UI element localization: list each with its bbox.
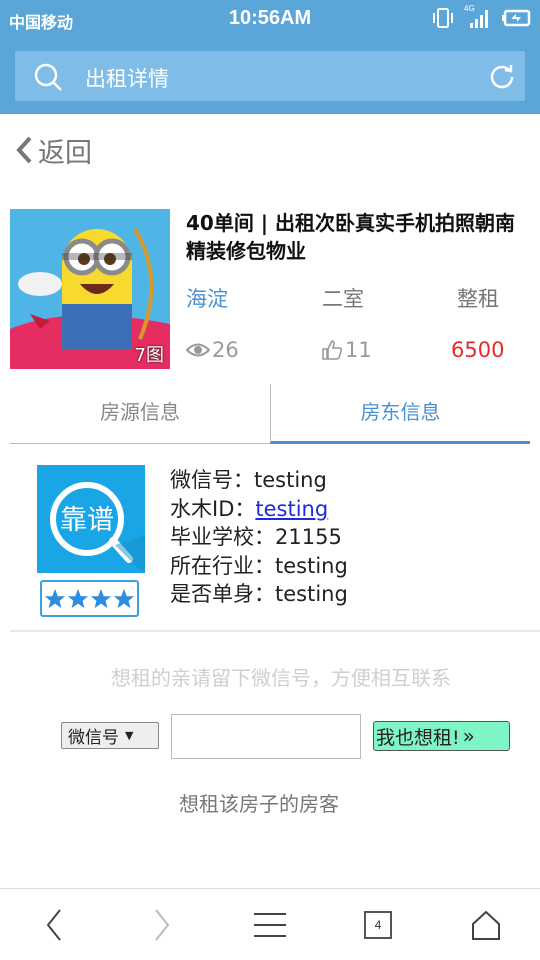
- search-icon[interactable]: [33, 62, 63, 92]
- wechat-row: 微信号：testing: [170, 466, 348, 495]
- likes-value: 11: [345, 338, 372, 362]
- nav-menu-button[interactable]: [234, 889, 306, 960]
- logo-text: 靠谱: [60, 505, 114, 536]
- tab-count: 4: [364, 911, 392, 939]
- shuimu-row: 水木ID：testing: [170, 495, 348, 524]
- price: 6500: [451, 338, 505, 362]
- district-link[interactable]: 海淀: [186, 283, 228, 313]
- info-tabs: 房源信息 房东信息: [10, 384, 530, 446]
- wechat-input[interactable]: [172, 715, 360, 758]
- nav-tabs-button[interactable]: 4: [342, 889, 414, 960]
- browser-toolbar: 4: [0, 888, 540, 960]
- school-label: 毕业学校：: [170, 525, 275, 549]
- star-icon: [44, 588, 66, 608]
- contact-hint: 想租的亲请留下微信号，方便相互联系: [111, 666, 451, 690]
- signal-icon: 4G: [464, 4, 492, 29]
- back-button[interactable]: 返回: [14, 130, 92, 170]
- single-row: 是否单身：testing: [170, 580, 348, 609]
- tenants-heading: 想租该房子的房客: [179, 792, 339, 816]
- want-to-rent-button[interactable]: 我也想租! »: [373, 721, 510, 751]
- eye-icon: [186, 343, 210, 357]
- rent-type: 整租: [457, 287, 499, 311]
- refresh-icon[interactable]: [489, 63, 515, 89]
- home-icon: [472, 910, 500, 940]
- nav-home-button[interactable]: [450, 889, 522, 960]
- tab-listing-info[interactable]: 房源信息: [10, 384, 270, 444]
- wechat-input-wrapper: [171, 714, 361, 759]
- likes-count[interactable]: 11: [321, 338, 372, 362]
- views-value: 26: [212, 338, 239, 362]
- photo-count: 7图: [134, 345, 164, 366]
- nav-forward-button[interactable]: [126, 889, 198, 960]
- chevron-right-icon: [155, 909, 170, 941]
- school-row: 毕业学校：21155: [170, 523, 348, 552]
- rating-stars: [40, 580, 139, 617]
- select-value: 微信号: [68, 728, 119, 748]
- industry-row: 所在行业：testing: [170, 552, 348, 581]
- menu-icon: [254, 913, 286, 937]
- chevron-left-icon: [16, 136, 32, 164]
- tab-landlord-info[interactable]: 房东信息: [270, 384, 530, 444]
- room-type: 二室: [322, 287, 364, 311]
- listing-photo[interactable]: 7图: [10, 209, 170, 369]
- wechat-label: 微信号：: [170, 468, 254, 492]
- views-count: 26: [186, 338, 239, 362]
- vibrate-icon: [433, 8, 453, 28]
- nav-back-button[interactable]: [18, 889, 90, 960]
- star-icon: [90, 588, 112, 608]
- single-value: testing: [275, 582, 348, 606]
- star-icon: [67, 588, 89, 608]
- want-button-label: 我也想租!: [376, 726, 460, 749]
- status-icons: 4G: [432, 4, 532, 29]
- shuimu-label: 水木ID：: [170, 496, 256, 521]
- shuimu-id-link[interactable]: testing: [255, 497, 328, 521]
- back-label: 返回: [38, 137, 92, 169]
- app-header: 出租详情: [0, 38, 540, 114]
- star-icon: [113, 588, 135, 608]
- page-title: 出租详情: [85, 67, 169, 91]
- thumbs-up-icon: [322, 340, 343, 360]
- landlord-avatar: 靠谱: [37, 465, 145, 573]
- listing-title: 40单间 | 出租次卧真实手机拍照朝南精装修包物业: [186, 211, 516, 263]
- search-bar[interactable]: 出租详情: [15, 51, 525, 101]
- landlord-info: 微信号：testing 水木ID：testing 毕业学校：21155 所在行业…: [170, 466, 348, 609]
- single-label: 是否单身：: [170, 582, 275, 606]
- status-bar: 中国移动 10:56AM 4G: [0, 0, 540, 38]
- school-value: 21155: [275, 525, 342, 549]
- double-chevron-icon: »: [462, 724, 475, 748]
- contact-type-select[interactable]: 微信号 ▼: [61, 722, 159, 749]
- section-divider: [10, 630, 540, 632]
- industry-label: 所在行业：: [170, 553, 275, 578]
- chevron-left-icon: [46, 909, 61, 941]
- wechat-value: testing: [254, 468, 327, 492]
- kaopu-logo: 靠谱: [50, 482, 145, 573]
- dropdown-arrow-icon: ▼: [125, 729, 134, 742]
- industry-value: testing: [275, 553, 348, 578]
- battery-icon: [502, 9, 531, 27]
